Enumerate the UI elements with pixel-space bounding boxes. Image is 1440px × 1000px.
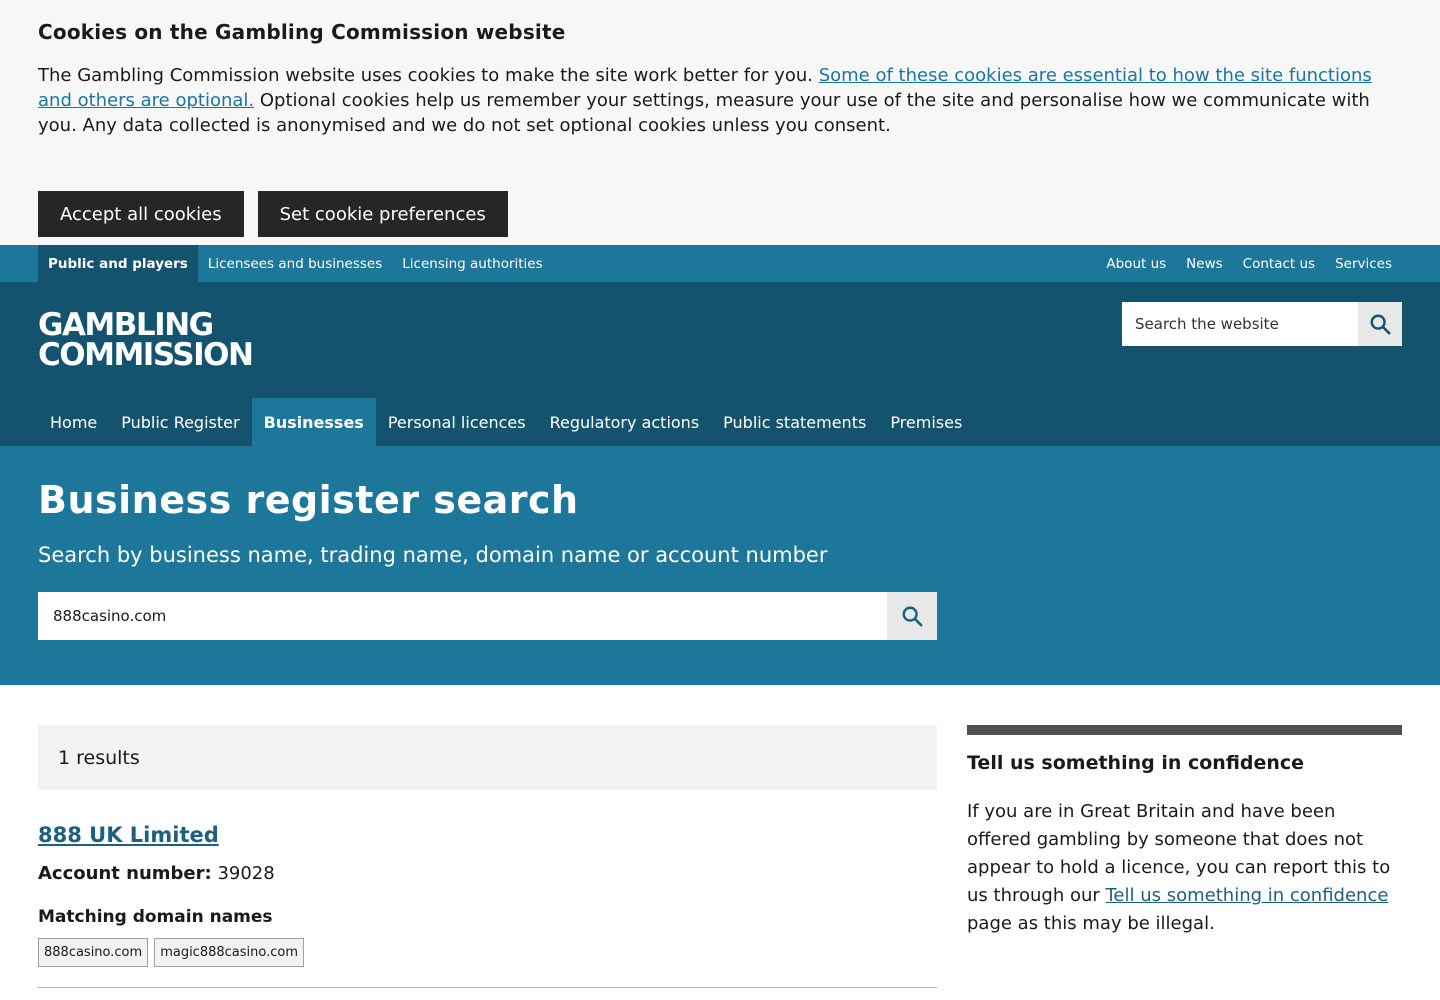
- cookie-preferences-button[interactable]: Set cookie preferences: [257, 191, 508, 237]
- mainnav-public-statements[interactable]: Public statements: [711, 398, 878, 446]
- page-subtitle: Search by business name, trading name, d…: [38, 543, 828, 567]
- search-hero: Business register search Search by busin…: [0, 446, 1440, 685]
- nav-contact-us[interactable]: Contact us: [1233, 245, 1325, 282]
- account-number-value: 39028: [217, 863, 275, 884]
- cookie-banner: Cookies on the Gambling Commission websi…: [0, 0, 1440, 245]
- mainnav-businesses[interactable]: Businesses: [251, 398, 376, 446]
- tell-us-link[interactable]: Tell us something in confidence: [1106, 885, 1389, 906]
- cookie-buttons: Accept all cookies Set cookie preference…: [38, 191, 1402, 237]
- domain-tag: magic888casino.com: [154, 938, 305, 967]
- confidence-sidebar: Tell us something in confidence If you a…: [967, 725, 1402, 938]
- mainnav-personal-licences[interactable]: Personal licences: [376, 398, 538, 446]
- cookie-text-before: The Gambling Commission website uses coo…: [38, 65, 819, 86]
- nav-licensing-authorities[interactable]: Licensing authorities: [392, 245, 552, 282]
- register-search: [38, 592, 937, 640]
- page-title: Business register search: [38, 478, 579, 522]
- domain-tags: 888casino.com magic888casino.com: [38, 938, 305, 967]
- nav-licensees-and-businesses[interactable]: Licensees and businesses: [198, 245, 392, 282]
- logo-line-1: GAMBLING: [38, 307, 214, 343]
- main-nav: Home Public Register Businesses Personal…: [38, 398, 974, 446]
- audience-nav-left: Public and players Licensees and busines…: [38, 245, 553, 282]
- utility-nav: About us News Contact us Services: [1096, 245, 1402, 282]
- site-search-button[interactable]: [1358, 302, 1402, 346]
- cookie-title: Cookies on the Gambling Commission websi…: [38, 20, 566, 44]
- nav-news[interactable]: News: [1176, 245, 1232, 282]
- account-label: Account number:: [38, 863, 212, 884]
- logo-line-2: COMMISSION: [38, 337, 254, 373]
- mainnav-premises[interactable]: Premises: [878, 398, 974, 446]
- sidebar-top-bar: [967, 725, 1402, 735]
- search-icon: [902, 606, 923, 627]
- mainnav-regulatory-actions[interactable]: Regulatory actions: [538, 398, 712, 446]
- result-divider: [38, 987, 937, 988]
- results-count: 1 results: [38, 725, 937, 790]
- main-content: 1 results 888 UK Limited Account number:…: [0, 685, 1440, 1000]
- audience-nav: Public and players Licensees and busines…: [0, 245, 1440, 282]
- sidebar-text: If you are in Great Britain and have bee…: [967, 798, 1402, 938]
- site-search-input[interactable]: [1122, 302, 1358, 346]
- site-search: [1122, 302, 1402, 346]
- accept-cookies-button[interactable]: Accept all cookies: [38, 191, 244, 237]
- nav-about-us[interactable]: About us: [1096, 245, 1176, 282]
- mainnav-public-register[interactable]: Public Register: [109, 398, 251, 446]
- matching-domains-heading: Matching domain names: [38, 907, 273, 927]
- business-name-link[interactable]: 888 UK Limited: [38, 823, 219, 847]
- domain-tag: 888casino.com: [38, 938, 149, 967]
- nav-services[interactable]: Services: [1325, 245, 1402, 282]
- account-number: Account number: 39028: [38, 863, 275, 884]
- cookie-text: The Gambling Commission website uses coo…: [38, 63, 1402, 138]
- nav-public-and-players[interactable]: Public and players: [38, 245, 198, 282]
- site-header: GAMBLING COMMISSION Home Public Register…: [0, 282, 1440, 446]
- gambling-commission-logo[interactable]: GAMBLING COMMISSION: [38, 307, 254, 373]
- register-search-input[interactable]: [38, 592, 887, 640]
- mainnav-home[interactable]: Home: [38, 398, 109, 446]
- sidebar-title: Tell us something in confidence: [967, 752, 1305, 774]
- search-icon: [1370, 314, 1391, 335]
- register-search-button[interactable]: [887, 592, 937, 640]
- sidebar-text-after: page as this may be illegal.: [967, 913, 1215, 934]
